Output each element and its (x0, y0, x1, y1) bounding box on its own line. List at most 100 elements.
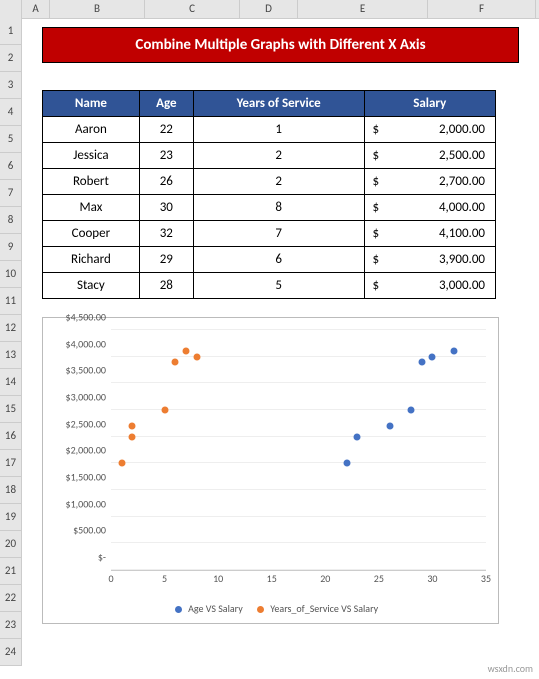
row-header[interactable]: 12 (0, 315, 22, 342)
cell-salary[interactable]: $4,100.00 (364, 221, 495, 247)
row-header[interactable]: 7 (0, 180, 22, 207)
row-header[interactable]: 18 (0, 477, 22, 504)
row-header[interactable]: 21 (0, 558, 22, 585)
cell-years[interactable]: 1 (193, 117, 364, 143)
cell-salary[interactable]: $2,500.00 (364, 143, 495, 169)
th-age[interactable]: Age (139, 91, 193, 117)
row-header[interactable]: 11 (0, 288, 22, 315)
cell-name[interactable]: Robert (43, 169, 140, 195)
row-header[interactable]: 10 (0, 261, 22, 288)
table-row[interactable]: Richard296$3,900.00 (43, 247, 496, 273)
cell-name[interactable]: Richard (43, 247, 140, 273)
row-header[interactable]: 5 (0, 126, 22, 153)
cell-years[interactable]: 2 (193, 143, 364, 169)
row-header[interactable]: 13 (0, 342, 22, 369)
cell-age[interactable]: 23 (139, 143, 193, 169)
column-headers: A B C D E F (0, 0, 539, 19)
cell-name[interactable]: Stacy (43, 273, 140, 299)
data-point (161, 407, 168, 414)
table-row[interactable]: Aaron221$2,000.00 (43, 117, 496, 143)
legend-label-1: Age VS Salary (188, 602, 243, 615)
col-header[interactable]: B (50, 0, 145, 18)
cell-age[interactable]: 32 (139, 221, 193, 247)
table-row[interactable]: Stacy285$3,000.00 (43, 273, 496, 299)
cell-years[interactable]: 2 (193, 169, 364, 195)
cell-name[interactable]: Jessica (43, 143, 140, 169)
cell-years[interactable]: 8 (193, 195, 364, 221)
data-point (129, 433, 136, 440)
row-header[interactable]: 23 (0, 612, 22, 639)
col-header[interactable]: E (298, 0, 428, 18)
cell-years[interactable]: 5 (193, 273, 364, 299)
row-header[interactable]: 8 (0, 207, 22, 234)
spreadsheet: A B C D E F 1 2 3 4 5 6 7 8 9 10 11 12 1… (0, 0, 539, 679)
data-point (118, 460, 125, 467)
y-gridline (111, 436, 486, 437)
y-tick-label: $3,500.00 (48, 364, 106, 377)
row-headers: 1 2 3 4 5 6 7 8 9 10 11 12 13 14 15 16 1… (0, 18, 22, 666)
y-tick-label: $500.00 (48, 524, 106, 537)
row-header[interactable]: 6 (0, 153, 22, 180)
row-header[interactable]: 16 (0, 423, 22, 450)
data-point (450, 348, 457, 355)
row-header[interactable]: 4 (0, 99, 22, 126)
cell-name[interactable]: Aaron (43, 117, 140, 143)
row-header[interactable]: 9 (0, 234, 22, 261)
table-row[interactable]: Cooper327$4,100.00 (43, 221, 496, 247)
cell-age[interactable]: 29 (139, 247, 193, 273)
row-header[interactable]: 22 (0, 585, 22, 612)
col-header[interactable]: C (145, 0, 240, 18)
y-gridline (111, 516, 486, 517)
cell-name[interactable]: Max (43, 195, 140, 221)
cell-salary[interactable]: $4,000.00 (364, 195, 495, 221)
row-header[interactable]: 17 (0, 450, 22, 477)
cell-salary[interactable]: $2,000.00 (364, 117, 495, 143)
chart[interactable]: $-$500.00$1,000.00$1,500.00$2,000.00$2,5… (42, 317, 499, 624)
row-header[interactable]: 14 (0, 369, 22, 396)
row-header[interactable]: 3 (0, 72, 22, 99)
x-tick-label: 30 (427, 572, 437, 585)
row-header[interactable]: 2 (0, 45, 22, 72)
row-header[interactable]: 20 (0, 531, 22, 558)
cell-name[interactable]: Cooper (43, 221, 140, 247)
data-point (343, 460, 350, 467)
page-title: Combine Multiple Graphs with Different X… (42, 27, 519, 63)
th-name[interactable]: Name (43, 91, 140, 117)
cell-salary[interactable]: $3,000.00 (364, 273, 495, 299)
corner-cell[interactable] (0, 0, 22, 18)
col-header[interactable]: A (22, 0, 50, 18)
table-row[interactable]: Robert262$2,700.00 (43, 169, 496, 195)
cell-salary[interactable]: $2,700.00 (364, 169, 495, 195)
th-years[interactable]: Years of Service (193, 91, 364, 117)
content-area: Combine Multiple Graphs with Different X… (22, 18, 539, 624)
row-header[interactable]: 1 (0, 18, 22, 45)
x-tick-label: 5 (162, 572, 167, 585)
cell-age[interactable]: 22 (139, 117, 193, 143)
cell-age[interactable]: 28 (139, 273, 193, 299)
y-tick-label: $2,500.00 (48, 417, 106, 430)
table-row[interactable]: Jessica232$2,500.00 (43, 143, 496, 169)
col-header[interactable]: F (428, 0, 536, 18)
y-tick-label: $4,500.00 (48, 311, 106, 324)
x-tick-label: 20 (320, 572, 330, 585)
row-header[interactable]: 15 (0, 396, 22, 423)
data-point (193, 353, 200, 360)
x-tick-label: 35 (481, 572, 491, 585)
row-header[interactable]: 19 (0, 504, 22, 531)
y-gridline (111, 569, 486, 570)
legend: Age VS Salary Years_of_Service VS Salary (43, 602, 498, 615)
cell-years[interactable]: 6 (193, 247, 364, 273)
cell-years[interactable]: 7 (193, 221, 364, 247)
col-header[interactable]: D (240, 0, 298, 18)
table-row[interactable]: Max308$4,000.00 (43, 195, 496, 221)
watermark: wsxdn.com (488, 662, 533, 675)
th-salary[interactable]: Salary (364, 91, 495, 117)
cell-age[interactable]: 26 (139, 169, 193, 195)
y-tick-label: $2,000.00 (48, 444, 106, 457)
data-point (418, 359, 425, 366)
y-tick-label: $1,000.00 (48, 497, 106, 510)
y-gridline (111, 382, 486, 383)
cell-age[interactable]: 30 (139, 195, 193, 221)
row-header[interactable]: 24 (0, 639, 22, 666)
cell-salary[interactable]: $3,900.00 (364, 247, 495, 273)
